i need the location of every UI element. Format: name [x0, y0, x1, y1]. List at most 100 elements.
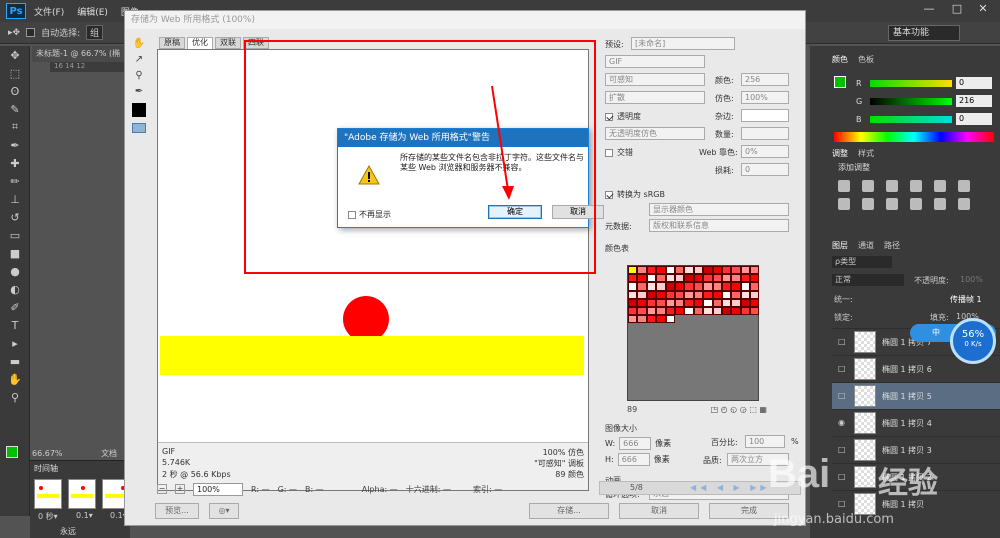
interlaced-checkbox[interactable] [605, 148, 613, 157]
color-swatch-cell[interactable] [628, 315, 638, 324]
color-swatch-cell[interactable] [684, 298, 694, 307]
color-swatch-cell[interactable] [721, 298, 732, 307]
color-swatch-cell[interactable] [731, 290, 741, 299]
healing-brush-icon[interactable]: ✚ [0, 154, 30, 172]
slice-select-icon[interactable]: ↗ [129, 51, 149, 67]
close-icon[interactable]: ✕ [970, 2, 996, 18]
color-swatch-cell[interactable] [665, 274, 675, 283]
speed-widget[interactable]: 中 56% 0 K/s [910, 316, 1000, 372]
color-swatch-cell[interactable] [731, 274, 741, 283]
color-table[interactable] [627, 265, 760, 401]
zoom-out-icon[interactable]: − [157, 484, 167, 494]
color-swatch-cell[interactable] [628, 266, 638, 275]
eraser-tool-icon[interactable]: ▭ [0, 226, 30, 244]
tab-channels[interactable]: 通道 [858, 240, 874, 254]
color-swatch-cell[interactable] [721, 274, 732, 283]
color-swatch-cell[interactable] [628, 290, 638, 299]
levels-icon[interactable] [862, 180, 874, 192]
color-swatch-cell[interactable] [750, 298, 760, 307]
speed-gauge[interactable]: 56% 0 K/s [950, 318, 996, 364]
color-swatch-cell[interactable] [656, 274, 666, 283]
menu-file[interactable]: 文件(F) [34, 5, 64, 18]
color-swatch-cell[interactable] [646, 274, 657, 283]
blend-mode-select[interactable]: 正常 [832, 274, 904, 286]
color-swatch-cell[interactable] [665, 306, 675, 316]
minimize-icon[interactable]: — [916, 2, 942, 18]
transparency-dither-select[interactable]: 无透明度仿色 [605, 127, 705, 140]
color-swatch-cell[interactable] [656, 282, 666, 291]
zoom-level[interactable]: 66.67% [32, 449, 63, 458]
layer-filter-select[interactable]: ρ类型 [832, 256, 892, 268]
color-swatch-cell[interactable] [674, 266, 685, 275]
bw-icon[interactable] [862, 198, 874, 210]
color-swatch-cell[interactable] [721, 282, 732, 291]
color-swatch-cell[interactable] [684, 290, 694, 299]
color-swatch-cell[interactable] [750, 274, 760, 283]
color-swatch-cell[interactable] [693, 306, 704, 316]
color-swatch-cell[interactable] [712, 282, 722, 291]
slice-visibility-icon[interactable] [132, 123, 146, 133]
color-swatch-cell[interactable] [656, 315, 666, 324]
tab-layers[interactable]: 图层 [832, 240, 848, 254]
auto-select-value[interactable]: 组 [86, 25, 104, 40]
color-balance-icon[interactable] [838, 198, 850, 210]
workspace-select[interactable]: 基本功能 [888, 25, 960, 41]
color-swatch-cell[interactable] [674, 306, 685, 316]
color-swatch-cell[interactable] [628, 306, 638, 316]
marquee-tool-icon[interactable]: ⬚ [0, 64, 30, 82]
tab-optimized[interactable]: 优化 [187, 37, 213, 49]
color-swatch-cell[interactable] [637, 282, 647, 291]
exposure-icon[interactable] [910, 180, 922, 192]
stamp-tool-icon[interactable]: ⊥ [0, 190, 30, 208]
dither-amount[interactable]: 100% [741, 91, 789, 104]
timeline-frame[interactable] [34, 479, 62, 509]
color-swatch-cell[interactable] [646, 290, 657, 299]
zoom-icon[interactable]: ⚲ [129, 67, 149, 83]
color-swatch-cell[interactable] [637, 315, 647, 324]
color-swatch-cell[interactable] [750, 306, 760, 316]
layer-row-selected[interactable]: □ 椭圆 1 拷贝 5 [832, 382, 1000, 409]
amount-select[interactable] [741, 127, 789, 140]
color-swatch-cell[interactable] [740, 266, 751, 275]
lasso-tool-icon[interactable]: ʘ [0, 82, 30, 100]
color-swatch-cell[interactable] [656, 290, 666, 299]
color-swatch-cell[interactable] [712, 298, 722, 307]
preset-select[interactable]: [未命名] [631, 37, 735, 50]
color-swatch-cell[interactable] [703, 306, 713, 316]
preview-select[interactable]: 显示器颜色 [649, 203, 789, 216]
matte-select[interactable] [741, 109, 789, 122]
frame-delay[interactable]: 0.1▾ [76, 511, 93, 520]
gradient-tool-icon[interactable]: ■ [0, 244, 30, 262]
red-slider[interactable] [870, 79, 952, 87]
color-swatch-cell[interactable] [665, 266, 675, 275]
dodge-tool-icon[interactable]: ◐ [0, 280, 30, 298]
color-swatch-cell[interactable] [750, 282, 760, 291]
height-input[interactable]: 666 [617, 453, 650, 466]
loop-option[interactable]: 永远 [60, 526, 76, 537]
eyedropper-icon[interactable]: ✒ [129, 83, 149, 99]
move-tool-icon[interactable]: ✥ [0, 46, 30, 64]
color-swatch-cell[interactable] [703, 274, 713, 283]
info-download-time[interactable]: 2 秒 @ 56.6 Kbps [162, 469, 231, 480]
green-slider[interactable] [870, 97, 952, 105]
layer-row[interactable]: ◉ 椭圆 1 拷贝 4 [832, 409, 1000, 436]
visibility-icon[interactable]: ◉ [838, 418, 848, 428]
color-swatch-cell[interactable] [656, 298, 666, 307]
color-swatch-cell[interactable] [712, 266, 722, 275]
quick-select-icon[interactable]: ✎ [0, 100, 30, 118]
color-swatch-cell[interactable] [703, 298, 713, 307]
color-swatch-cell[interactable] [693, 274, 704, 283]
color-swatch-cell[interactable] [628, 274, 638, 283]
visibility-icon[interactable]: □ [838, 337, 848, 347]
playback-controls[interactable]: ◀◀ ◀ ▶ ▶▶ [690, 483, 771, 492]
color-swatch-cell[interactable] [721, 290, 732, 299]
color-swatch-cell[interactable] [693, 298, 704, 307]
move-tool-icon[interactable]: ▸✥ [8, 28, 20, 38]
tab-swatches[interactable]: 色板 [858, 54, 874, 68]
color-swatch-cell[interactable] [712, 274, 722, 283]
color-swatch-cell[interactable] [684, 274, 694, 283]
tab-adjustments[interactable]: 调整 [832, 148, 848, 162]
color-swatch-cell[interactable] [628, 298, 638, 307]
color-swatch-cell[interactable] [637, 298, 647, 307]
color-swatch-cell[interactable] [637, 266, 647, 275]
